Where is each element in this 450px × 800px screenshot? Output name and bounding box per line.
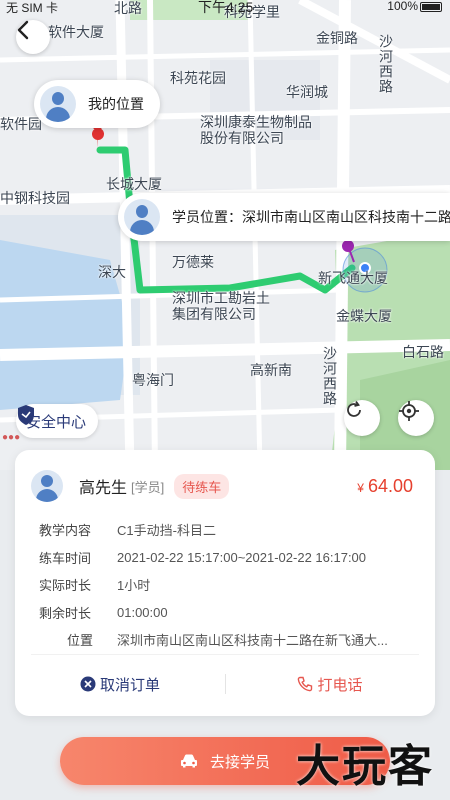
detail-row: 剩余时长 01:00:00 (39, 599, 415, 627)
student-location-label: 学员位置：深圳市南山区南山区科技南十二路 (172, 209, 450, 225)
student-role: [学员] (131, 479, 165, 495)
status-badge: 待练车 (174, 473, 230, 499)
battery-percent: 100% (387, 0, 418, 13)
phone-icon (298, 676, 313, 692)
student-name: 高先生 (79, 480, 128, 497)
crosshair-icon (399, 401, 419, 421)
detail-key: 位置 (66, 633, 93, 649)
map-label: 金铜路 (316, 30, 358, 46)
map-view[interactable]: 软件大厦 北路 科苑学里 金铜路 沙河西路 科苑花园 华润城 深圳康泰生物制品 … (0, 0, 450, 470)
order-price: ¥64.00 (357, 476, 413, 497)
battery-icon (420, 1, 442, 12)
my-location-bubble[interactable]: 我的位置 (34, 80, 160, 128)
clock-text: 下午4:25 (198, 0, 254, 15)
map-provider-logo: ●●● (2, 432, 21, 443)
map-label: 集团有限公司 (172, 306, 256, 322)
map-label: 金蝶大厦 (336, 308, 392, 324)
call-label: 打电话 (317, 676, 363, 694)
map-label: 软件大厦 (48, 24, 104, 40)
shield-icon (18, 405, 34, 425)
map-label: 粤海门 (132, 372, 174, 388)
safety-center-button[interactable]: 安全中心 (16, 404, 99, 438)
cancel-icon (80, 676, 96, 692)
divider (225, 674, 226, 694)
map-label: 新飞通大厦 (318, 270, 388, 286)
map-label: 中钢科技园 (0, 190, 70, 206)
order-header: 高先生 [学员] 待练车 ¥64.00 (31, 468, 413, 504)
detail-row: 位置 深圳市南山区南山区科技南十二路在新飞通大... (39, 626, 415, 654)
battery-status: 100% (387, 0, 442, 13)
map-label: 华润城 (286, 84, 328, 100)
map-label: 白石路 (402, 344, 444, 360)
divider (31, 654, 419, 655)
watermark-logo: 大玩客 (296, 741, 434, 792)
chevron-left-icon (17, 20, 29, 40)
map-label: 高新南 (250, 362, 292, 378)
my-location-label: 我的位置 (88, 96, 144, 112)
detail-key: 教学内容 (39, 523, 92, 539)
back-button[interactable] (16, 20, 50, 54)
order-card: 高先生 [学员] 待练车 ¥64.00 教学内容 C1手动挡-科目二 练车时间 20… (15, 450, 435, 716)
refresh-button[interactable] (344, 400, 380, 436)
detail-value: 1小时 (117, 578, 151, 594)
map-label: 万德莱 (172, 254, 214, 270)
map-label: 沙河西路 (322, 346, 338, 406)
detail-row: 实际时长 1小时 (39, 571, 415, 599)
carrier-text: 无 SIM 卡 (6, 1, 59, 15)
student-location-bubble[interactable]: 学员位置：深圳市南山区南山区科技南十二路 (118, 193, 450, 241)
student-avatar (31, 470, 63, 502)
map-label: 沙河西路 (378, 34, 394, 94)
detail-value: 2021-02-22 15:17:00~2021-02-22 16:17:00 (117, 549, 367, 565)
detail-key: 剩余时长 (39, 605, 92, 621)
map-label: 软件园 (0, 116, 42, 132)
avatar (124, 199, 160, 235)
detail-key: 实际时长 (39, 578, 92, 594)
map-label: 股份有限公司 (200, 130, 284, 146)
map-label: 深大 (98, 264, 126, 280)
status-bar: 无 SIM 卡 下午4:25 100% (0, 0, 450, 15)
pick-up-student-label: 去接学员 (209, 753, 270, 771)
detail-value: C1手动挡-科目二 (117, 523, 216, 539)
avatar (40, 86, 76, 122)
map-label: 科苑花园 (170, 70, 226, 86)
detail-value: 深圳市南山区南山区科技南十二路在新飞通大... (117, 633, 388, 649)
price-value: 64.00 (367, 475, 413, 496)
car-icon (180, 754, 197, 768)
currency-symbol: ¥ (357, 480, 364, 495)
cancel-order-button[interactable]: 取消订单 (15, 668, 225, 700)
locate-button[interactable] (398, 400, 434, 436)
cancel-order-label: 取消订单 (99, 676, 160, 694)
map-label: 长城大厦 (106, 176, 162, 192)
order-details: 教学内容 C1手动挡-科目二 练车时间 2021-02-22 15:17:00~20… (39, 516, 415, 654)
detail-row: 教学内容 C1手动挡-科目二 (39, 516, 415, 544)
detail-key: 练车时间 (39, 550, 92, 566)
call-button[interactable]: 打电话 (225, 668, 435, 700)
refresh-icon (347, 400, 361, 417)
detail-row: 练车时间 2021-02-22 15:17:00~2021-02-22 16:17… (39, 544, 415, 572)
detail-value: 01:00:00 (117, 604, 168, 620)
